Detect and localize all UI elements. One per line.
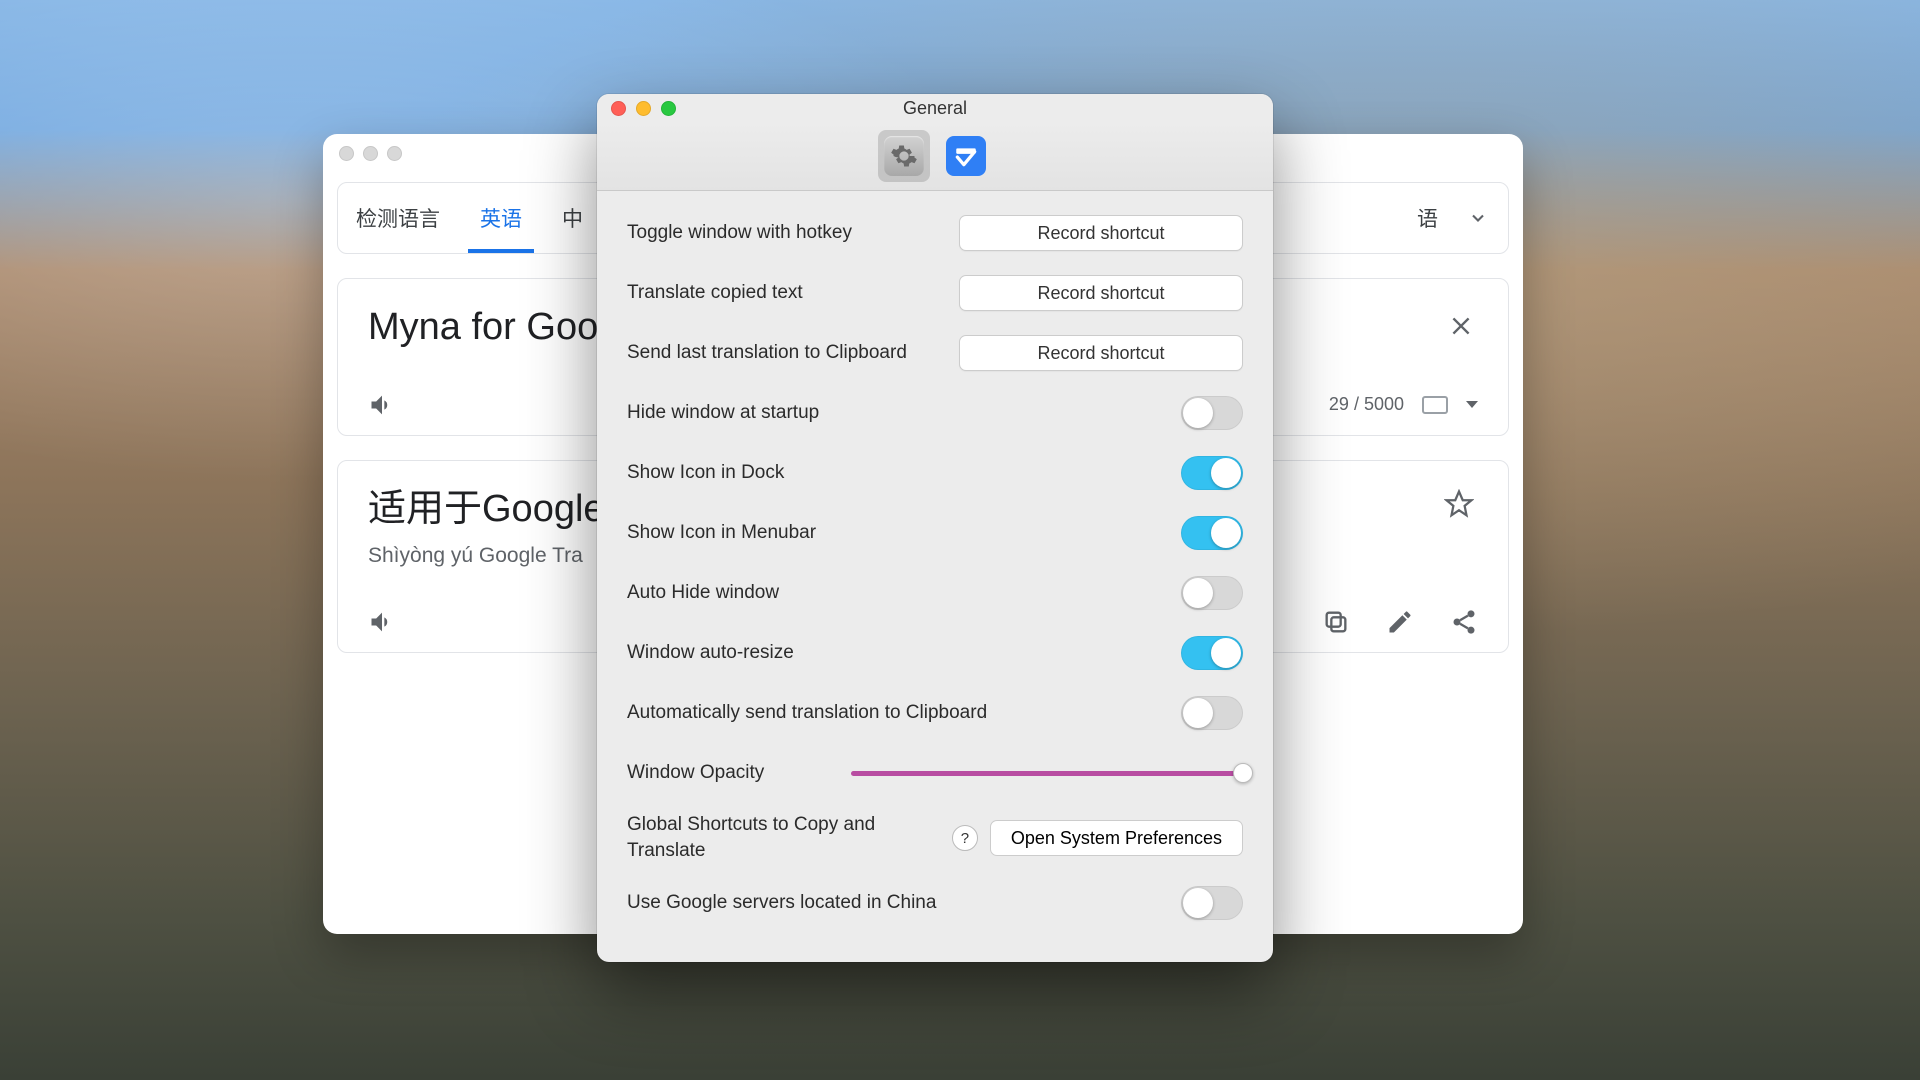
edit-result-icon[interactable] [1386, 608, 1414, 636]
close-icon[interactable] [611, 101, 626, 116]
row-dock-icon: Show Icon in Dock [627, 443, 1243, 503]
row-auto-resize: Window auto-resize [627, 623, 1243, 683]
char-count: 29 / 5000 [1329, 394, 1404, 415]
row-menubar-icon: Show Icon in Menubar [627, 503, 1243, 563]
opacity-slider[interactable] [851, 771, 1243, 776]
help-icon[interactable]: ? [952, 825, 978, 851]
row-auto-hide: Auto Hide window [627, 563, 1243, 623]
traffic-close[interactable] [339, 146, 354, 161]
label-menubar-icon: Show Icon in Menubar [627, 522, 1181, 544]
listen-source-icon[interactable] [368, 391, 396, 419]
row-hide-startup: Hide window at startup [627, 383, 1243, 443]
label-dock-icon: Show Icon in Dock [627, 462, 1181, 484]
traffic-zoom[interactable] [387, 146, 402, 161]
toggle-dock-icon[interactable] [1181, 456, 1243, 490]
record-shortcut-toggle[interactable]: Record shortcut [959, 215, 1243, 251]
row-china-servers: Use Google servers located in China [627, 873, 1243, 933]
label-hide-startup: Hide window at startup [627, 402, 1181, 424]
source-lang-english[interactable]: 英语 [480, 183, 522, 253]
target-lang-more-icon[interactable] [1468, 208, 1488, 228]
open-system-preferences-button[interactable]: Open System Preferences [990, 820, 1243, 856]
tab-general[interactable] [878, 130, 930, 182]
source-lang-chinese[interactable]: 中 [562, 183, 583, 253]
copy-result-icon[interactable] [1322, 608, 1350, 636]
toggle-menubar-icon[interactable] [1181, 516, 1243, 550]
prefs-titlebar[interactable]: General [597, 94, 1273, 122]
toggle-china-servers[interactable] [1181, 886, 1243, 920]
share-result-icon[interactable] [1450, 608, 1478, 636]
record-shortcut-clipboard[interactable]: Record shortcut [959, 335, 1243, 371]
target-lang-tab[interactable]: 语 [1417, 203, 1438, 233]
row-send-clipboard: Send last translation to Clipboard Recor… [627, 323, 1243, 383]
zoom-icon[interactable] [661, 101, 676, 116]
label-auto-resize: Window auto-resize [627, 642, 1181, 664]
label-auto-hide: Auto Hide window [627, 582, 1181, 604]
row-opacity: Window Opacity [627, 743, 1243, 803]
label-translate-copied: Translate copied text [627, 282, 959, 304]
toggle-auto-clipboard[interactable] [1181, 696, 1243, 730]
keyboard-icon[interactable] [1422, 396, 1448, 414]
minimize-icon[interactable] [636, 101, 651, 116]
toggle-hide-startup[interactable] [1181, 396, 1243, 430]
save-translation-icon[interactable] [1444, 489, 1474, 519]
label-auto-clipboard: Automatically send translation to Clipbo… [627, 702, 1181, 724]
slider-thumb[interactable] [1233, 763, 1253, 783]
label-opacity: Window Opacity [627, 762, 780, 784]
gear-icon [884, 136, 924, 176]
listen-result-icon[interactable] [368, 608, 396, 636]
label-china-servers: Use Google servers located in China [627, 892, 1181, 914]
row-translate-copied: Translate copied text Record shortcut [627, 263, 1243, 323]
row-auto-clipboard: Automatically send translation to Clipbo… [627, 683, 1243, 743]
row-toggle-hotkey: Toggle window with hotkey Record shortcu… [627, 203, 1243, 263]
label-global-shortcuts: Global Shortcuts to Copy and Translate [627, 812, 952, 863]
prefs-title: General [597, 98, 1273, 119]
traffic-minimize[interactable] [363, 146, 378, 161]
keyboard-caret-icon[interactable] [1466, 401, 1478, 408]
label-send-clipboard: Send last translation to Clipboard [627, 342, 959, 364]
clear-source-icon[interactable] [1448, 313, 1474, 339]
prefs-toolbar [597, 122, 1273, 191]
source-lang-detect[interactable]: 检测语言 [356, 183, 440, 253]
preferences-window: General Toggle window with hotkey Record… [597, 94, 1273, 962]
toggle-auto-hide[interactable] [1181, 576, 1243, 610]
statusbar-icon [946, 136, 986, 176]
record-shortcut-copied[interactable]: Record shortcut [959, 275, 1243, 311]
row-global-shortcuts: Global Shortcuts to Copy and Translate ?… [627, 803, 1243, 873]
label-toggle-hotkey: Toggle window with hotkey [627, 222, 959, 244]
tab-statusbar[interactable] [940, 130, 992, 182]
toggle-auto-resize[interactable] [1181, 636, 1243, 670]
